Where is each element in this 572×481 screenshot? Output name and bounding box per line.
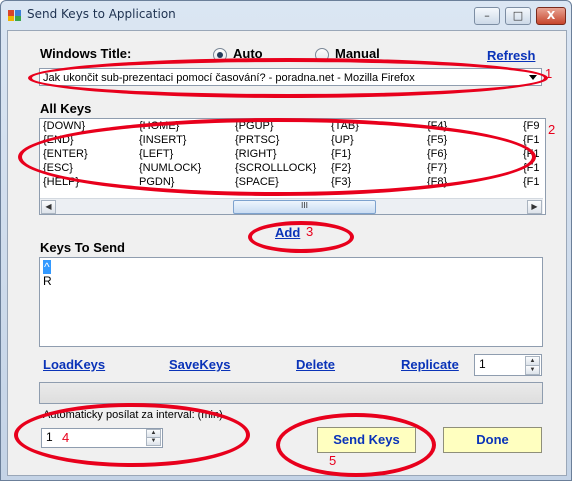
replicate-count-stepper[interactable]: 1 ▲ ▼ <box>474 354 542 376</box>
key-cell[interactable]: {F1 <box>523 176 540 188</box>
auto-radio[interactable] <box>213 48 227 62</box>
list-item[interactable]: ^ <box>43 260 51 274</box>
client-area: Windows Title: Auto Manual Refresh Jak u… <box>7 30 567 476</box>
key-cell[interactable]: {DOWN} <box>43 120 85 132</box>
refresh-link[interactable]: Refresh <box>487 48 535 63</box>
key-cell[interactable]: {TAB} <box>331 120 359 132</box>
keys-to-send-label: Keys To Send <box>40 240 126 255</box>
manual-radio-label[interactable]: Manual <box>335 46 380 61</box>
annotation-number: 2 <box>548 122 556 137</box>
key-cell[interactable]: {F1 <box>523 148 540 160</box>
add-link[interactable]: Add <box>275 225 300 240</box>
main-window: Send Keys to Application – □ X Windows T… <box>0 0 572 481</box>
key-cell[interactable]: {F1 <box>523 134 540 146</box>
key-cell[interactable]: {NUMLOCK} <box>139 162 201 174</box>
replicate-count-value: 1 <box>479 357 486 371</box>
load-keys-link[interactable]: LoadKeys <box>43 357 105 372</box>
key-cell[interactable]: {HELP} <box>43 176 79 188</box>
key-cell[interactable]: {F1} <box>331 148 351 160</box>
key-cell[interactable]: PGDN} <box>139 176 174 188</box>
window-select[interactable]: Jak ukončit sub-prezentaci pomocí časová… <box>39 68 542 86</box>
scroll-left-icon[interactable]: ◀ <box>41 200 56 214</box>
chevron-down-icon[interactable] <box>529 75 537 80</box>
save-keys-link[interactable]: SaveKeys <box>169 357 230 372</box>
replicate-link[interactable]: Replicate <box>401 357 459 372</box>
annotation-number: 3 <box>306 224 314 239</box>
key-cell[interactable]: {UP} <box>331 134 354 146</box>
scroll-thumb[interactable]: III <box>233 200 376 214</box>
key-cell[interactable]: {SPACE} <box>235 176 279 188</box>
spin-down-icon[interactable]: ▼ <box>525 365 540 375</box>
interval-stepper[interactable]: 1 ▲ ▼ <box>41 428 163 448</box>
send-keys-button[interactable]: Send Keys <box>317 427 416 453</box>
progress-bar <box>39 382 543 404</box>
windows-title-label: Windows Title: <box>40 46 132 61</box>
horizontal-scrollbar[interactable]: ◀ III ▶ <box>40 198 543 214</box>
spin-down-icon[interactable]: ▼ <box>146 437 161 446</box>
key-cell[interactable]: {F7} <box>427 162 447 174</box>
key-cell[interactable]: {PGUP} <box>235 120 274 132</box>
manual-radio[interactable] <box>315 48 329 62</box>
auto-radio-label[interactable]: Auto <box>233 46 263 61</box>
key-cell[interactable]: {F9 <box>523 120 540 132</box>
key-cell[interactable]: {ESC} <box>43 162 73 174</box>
key-cell[interactable]: {END} <box>43 134 74 146</box>
scroll-right-icon[interactable]: ▶ <box>527 200 542 214</box>
key-cell[interactable]: {F5} <box>427 134 447 146</box>
key-cell[interactable]: {F3} <box>331 176 351 188</box>
annotation-number: 5 <box>329 453 337 468</box>
key-cell[interactable]: {F2} <box>331 162 351 174</box>
minimize-button[interactable]: – <box>474 7 500 25</box>
key-cell[interactable]: {ENTER} <box>43 148 88 160</box>
maximize-button[interactable]: □ <box>505 7 531 25</box>
key-cell[interactable]: {LEFT} <box>139 148 173 160</box>
window-title: Send Keys to Application <box>27 7 176 21</box>
title-bar[interactable]: Send Keys to Application – □ X <box>1 1 571 29</box>
key-cell[interactable]: {F4} <box>427 120 447 132</box>
done-button[interactable]: Done <box>443 427 542 453</box>
all-keys-label: All Keys <box>40 101 92 116</box>
key-cell[interactable]: {INSERT} <box>139 134 187 146</box>
key-cell[interactable]: {SCROLLLOCK} <box>235 162 316 174</box>
annotation-number: 1 <box>545 66 553 81</box>
app-icon <box>8 10 21 21</box>
window-select-value: Jak ukončit sub-prezentaci pomocí časová… <box>43 72 415 84</box>
key-cell[interactable]: {RIGHT} <box>235 148 277 160</box>
key-cell[interactable]: {F1 <box>523 162 540 174</box>
key-cell[interactable]: {HOME} <box>139 120 179 132</box>
key-cell[interactable]: {F8} <box>427 176 447 188</box>
all-keys-list[interactable]: {DOWN} {END} {ENTER} {ESC} {HELP} {HOME} {INSE… <box>39 118 546 215</box>
keys-to-send-list[interactable]: ^ R <box>39 257 543 347</box>
annotation-number: 4 <box>62 430 70 445</box>
delete-link[interactable]: Delete <box>296 357 335 372</box>
interval-value: 1 <box>46 430 53 444</box>
list-item[interactable]: R <box>43 274 52 288</box>
key-cell[interactable]: {PRTSC} <box>235 134 279 146</box>
key-cell[interactable]: {F6} <box>427 148 447 160</box>
interval-label: Automaticky posílat za interval: (min) <box>43 409 223 421</box>
close-button[interactable]: X <box>536 7 566 25</box>
